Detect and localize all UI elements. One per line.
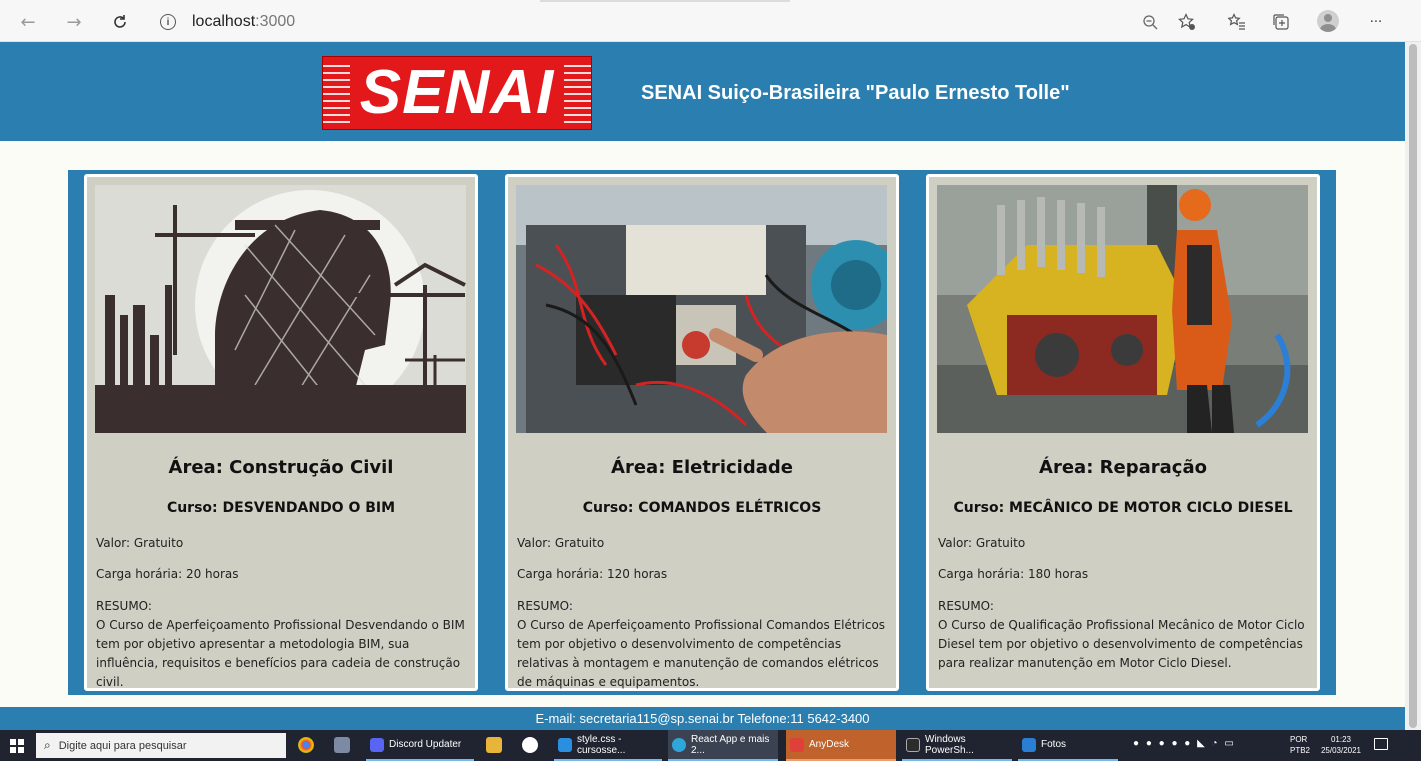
notifications-icon[interactable]: [1374, 738, 1388, 750]
discord-icon: [370, 737, 384, 752]
chrome-icon[interactable]: [298, 737, 314, 753]
windows-start-icon[interactable]: [10, 739, 24, 753]
course-name: Curso: MECÂNICO DE MOTOR CICLO DIESEL: [953, 500, 1293, 516]
courses-panel: Área: Construção Civil Curso: DESVENDAND…: [68, 170, 1336, 695]
windows-taskbar: ⌕ Digite aqui para pesquisar Discord Upd…: [0, 730, 1421, 761]
course-price: Valor: Gratuito: [517, 536, 605, 550]
anydesk-icon: [790, 737, 804, 752]
course-summary-block: RESUMO: O Curso de Aperfeiçoamento Profi…: [96, 597, 468, 692]
refresh-icon: [114, 15, 126, 28]
url-port: :3000: [255, 13, 296, 30]
site-footer: E-mail: secretaria115@sp.senai.br Telefo…: [0, 707, 1405, 730]
construction-image: [95, 185, 466, 433]
zoom-icon[interactable]: [1138, 10, 1162, 34]
course-hours: Carga horária: 180 horas: [938, 567, 1089, 581]
course-hours: Carga horária: 120 horas: [517, 567, 668, 581]
footer-contact: E-mail: secretaria115@sp.senai.br Telefo…: [535, 711, 870, 726]
site-info-icon[interactable]: i: [160, 14, 176, 30]
summary-text: O Curso de Qualificação Profissional Mec…: [938, 618, 1305, 670]
back-button[interactable]: ←: [16, 10, 40, 34]
taskbar-app-vscode[interactable]: style.css - cursosse...: [554, 730, 662, 761]
browser-toolbar: ← → i localhost:3000 ···: [0, 0, 1421, 42]
course-area: Área: Construção Civil: [168, 457, 394, 478]
summary-label: RESUMO:: [938, 599, 994, 613]
taskbar-search-placeholder: Digite aqui para pesquisar: [58, 739, 187, 752]
course-name: Curso: COMANDOS ELÉTRICOS: [582, 500, 822, 516]
active-tab-indicator: [540, 0, 790, 2]
taskbar-app-discord[interactable]: Discord Updater: [366, 730, 474, 761]
taskbar-app-label: React App e mais 2...: [691, 733, 770, 756]
search-icon: ⌕: [44, 738, 51, 752]
summary-label: RESUMO:: [517, 599, 573, 613]
refresh-button[interactable]: [108, 10, 132, 34]
language-indicator[interactable]: POR PTB2: [1290, 734, 1320, 756]
summary-label: RESUMO:: [96, 599, 152, 613]
language-code: POR: [1290, 735, 1308, 744]
taskbar-app-powershell[interactable]: Windows PowerSh...: [902, 730, 1012, 761]
app-icon[interactable]: [334, 737, 350, 753]
senai-logo[interactable]: SENAI: [322, 56, 592, 130]
course-name: Curso: DESVENDANDO O BIM: [166, 500, 396, 516]
course-summary-block: RESUMO: O Curso de Aperfeiçoamento Profi…: [517, 597, 889, 692]
course-card: Área: Eletricidade Curso: COMANDOS ELÉTR…: [505, 174, 899, 691]
course-summary-block: RESUMO: O Curso de Qualificação Profissi…: [938, 597, 1310, 673]
clock-date: 25/03/2021: [1320, 746, 1362, 755]
course-price: Valor: Gratuito: [96, 536, 184, 550]
profile-avatar[interactable]: [1317, 10, 1339, 32]
favorites-icon[interactable]: [1225, 10, 1249, 34]
more-menu-button[interactable]: ···: [1364, 10, 1388, 34]
system-tray-icons[interactable]: ● ● ● ● ● ◣ ◔ ▭: [1133, 738, 1236, 749]
course-price: Valor: Gratuito: [938, 536, 1026, 550]
taskbar-app-edge[interactable]: React App e mais 2...: [668, 730, 778, 761]
electrical-image: [516, 185, 887, 433]
summary-text: O Curso de Aperfeiçoamento Profissional …: [517, 618, 886, 689]
site-title: SENAI Suiço-Brasileira "Paulo Ernesto To…: [641, 82, 1070, 104]
taskbar-app-anydesk[interactable]: AnyDesk: [786, 730, 896, 761]
clock-time: 01:23: [1330, 735, 1352, 744]
forward-button[interactable]: →: [62, 10, 86, 34]
taskbar-app-label: Discord Updater: [389, 739, 462, 750]
summary-text: O Curso de Aperfeiçoamento Profissional …: [96, 618, 465, 689]
scrollbar-thumb[interactable]: [1409, 44, 1417, 728]
file-explorer-icon[interactable]: [486, 737, 502, 753]
taskbar-app-photos[interactable]: Fotos: [1018, 730, 1118, 761]
course-area: Área: Eletricidade: [611, 457, 793, 478]
page-scrollbar[interactable]: [1405, 42, 1421, 730]
powershell-icon: [906, 737, 920, 752]
collections-icon[interactable]: [1269, 10, 1293, 34]
edge-icon: [672, 737, 686, 752]
diesel-engine-image: [937, 185, 1308, 433]
taskbar-app-label: Fotos: [1041, 739, 1067, 750]
site-header: SENAI SENAI Suiço-Brasileira "Paulo Erne…: [0, 42, 1405, 141]
taskbar-clock[interactable]: 01:23 25/03/2021: [1318, 734, 1364, 756]
taskbar-search-input[interactable]: ⌕ Digite aqui para pesquisar: [36, 733, 286, 758]
course-hours: Carga horária: 20 horas: [96, 567, 239, 581]
course-card: Área: Reparação Curso: MECÂNICO DE MOTOR…: [926, 174, 1320, 691]
github-icon[interactable]: [522, 737, 538, 753]
add-favorite-icon[interactable]: [1175, 10, 1199, 34]
course-area: Área: Reparação: [1039, 457, 1207, 478]
course-card: Área: Construção Civil Curso: DESVENDAND…: [84, 174, 478, 691]
url-host: localhost: [192, 13, 256, 30]
photos-icon: [1022, 737, 1036, 752]
keyboard-layout: PTB2: [1290, 746, 1311, 755]
vscode-icon: [558, 737, 572, 752]
taskbar-app-label: style.css - cursosse...: [577, 733, 626, 756]
logo-text: SENAI: [349, 58, 565, 128]
address-bar[interactable]: i localhost:3000: [160, 10, 295, 34]
taskbar-app-label: AnyDesk: [809, 739, 850, 750]
taskbar-app-label: Windows PowerSh...: [925, 733, 974, 756]
